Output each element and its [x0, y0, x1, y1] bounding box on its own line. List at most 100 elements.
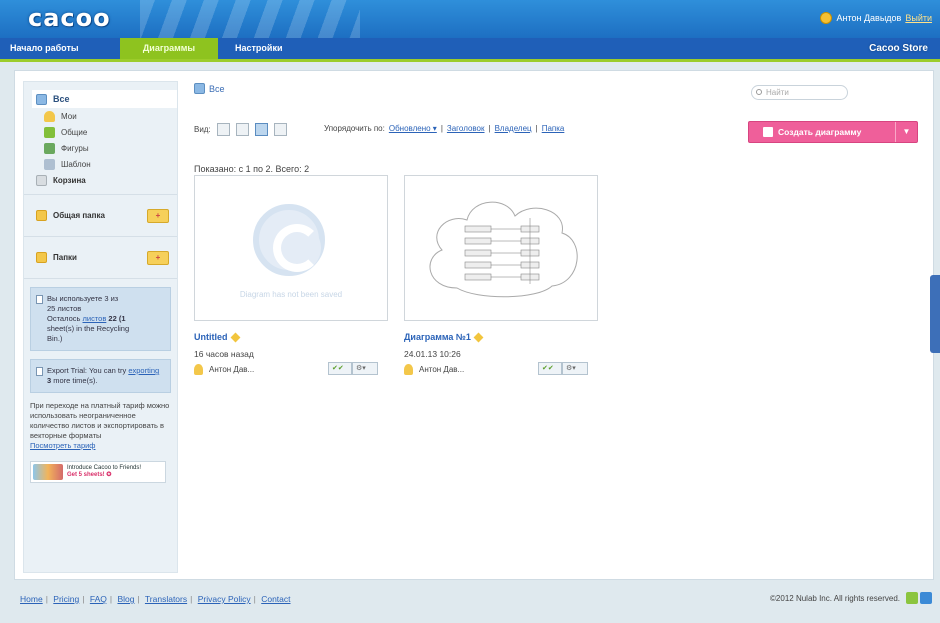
footer-links: Home | Pricing | FAQ | Blog | Translators | P… [20, 594, 291, 604]
view-details-icon[interactable] [235, 123, 249, 136]
sidebar-item-shared[interactable]: Общие [32, 124, 177, 140]
diagram-thumbnail[interactable] [404, 175, 598, 321]
create-diagram-label: Создать диаграмму [778, 127, 862, 137]
add-folder-button[interactable]: + [147, 250, 169, 265]
nav-diagrams[interactable]: Диаграммы [120, 38, 218, 59]
diagram-thumbnail[interactable]: Diagram has not been saved [194, 175, 388, 321]
diagram-owner: Антон Дав... ✔✔ ⚙▾ [194, 362, 394, 376]
footer-link-contact[interactable]: Contact [261, 594, 290, 604]
sort-bar: Упорядочить по: Обновлено ▾ | Заголовок … [324, 124, 564, 133]
all-diagrams-icon [194, 83, 205, 94]
add-shared-folder-button[interactable]: + [147, 208, 169, 223]
sidebar-item-trash[interactable]: Корзина [32, 172, 177, 188]
usage-line: sheet(s) in the Recycling [47, 324, 130, 333]
footer-link-privacy[interactable]: Privacy Policy [198, 594, 251, 604]
footer-link-home[interactable]: Home [20, 594, 43, 604]
owner-name: Антон Дав... [209, 364, 255, 374]
settings-menu-button[interactable]: ⚙▾ [352, 362, 378, 375]
nav-home[interactable]: Начало работы [10, 38, 79, 59]
sidebar-filters: Все Мои Общие Фигуры Шаблон Корзина [24, 82, 177, 195]
footer-link-translators[interactable]: Translators [145, 594, 187, 604]
create-diagram-button[interactable]: Создать диаграмму ▼ [748, 121, 918, 143]
footer-separator: | [82, 594, 85, 604]
shared-folder-label: Общая папка [53, 211, 105, 220]
exporting-link[interactable]: exporting [128, 366, 159, 375]
breadcrumb-current[interactable]: Все [209, 84, 225, 94]
promo-line: Get 5 sheets! ✪ [67, 472, 112, 478]
card-actions: ✔✔ ⚙▾ [538, 362, 588, 375]
view-thumbnails-icon[interactable] [254, 123, 268, 136]
main-frame: Все Мои Общие Фигуры Шаблон Корзина Обща… [14, 70, 934, 580]
sidebar-item-shapes[interactable]: Фигуры [32, 140, 177, 156]
folders-section[interactable]: Папки + [24, 237, 177, 279]
diagram-title[interactable]: Untitled [194, 332, 394, 342]
diagram-card: Диаграмма №1 24.01.13 10:26 Антон Дав...… [404, 175, 604, 376]
card-actions: ✔✔ ⚙▾ [328, 362, 378, 375]
search-icon [756, 89, 762, 95]
sidebar-item-label: Фигуры [61, 143, 89, 153]
sort-owner[interactable]: Владелец [495, 124, 532, 133]
promo-line: Introduce Cacoo to Friends! [67, 465, 142, 471]
view-list-icon[interactable] [216, 123, 230, 136]
cacoo-store-link[interactable]: Cacoo Store [865, 41, 932, 56]
chat-icon[interactable] [906, 592, 918, 604]
footer-separator: | [45, 594, 48, 604]
cacoo-placeholder-icon [253, 204, 325, 276]
footer-link-blog[interactable]: Blog [117, 594, 134, 604]
sidebar-item-all[interactable]: Все [32, 90, 177, 108]
sort-separator: | [488, 124, 491, 133]
edit-pencil-icon[interactable] [473, 332, 484, 342]
logout-link[interactable]: Выйти [905, 13, 932, 23]
shared-folder-section[interactable]: Общая папка + [24, 195, 177, 237]
feedback-tab[interactable] [930, 275, 940, 353]
results-count: Показано: с 1 по 2. Всего: 2 [194, 164, 310, 174]
search-placeholder: Найти [766, 88, 789, 97]
diagram-title[interactable]: Диаграмма №1 [404, 332, 604, 342]
owner-name: Антон Дав... [419, 364, 465, 374]
sidebar-item-label: Общие [61, 127, 88, 137]
upgrade-text: При переходе на платный тариф можно испо… [30, 401, 170, 440]
help-icon[interactable] [920, 592, 932, 604]
usage-info-box: Вы используете 3 из 25 листов Осталось л… [30, 287, 171, 351]
usage-text: Осталось [47, 314, 81, 323]
cloud-diagram-preview [429, 201, 578, 298]
nav-settings[interactable]: Настройки [235, 38, 282, 59]
search-input[interactable]: Найти [751, 85, 848, 100]
share-button[interactable]: ✔✔ [538, 362, 562, 375]
view-large-icon[interactable] [273, 123, 287, 136]
sort-folder[interactable]: Папка [542, 124, 565, 133]
chevron-down-icon[interactable]: ▼ [895, 122, 917, 142]
shared-folder-icon [36, 210, 47, 221]
diagram-date: 24.01.13 10:26 [404, 349, 461, 359]
main-nav: Начало работы Диаграммы Настройки Cacoo … [0, 38, 940, 62]
sort-separator: | [440, 124, 443, 133]
view-switcher: Вид: [194, 123, 287, 136]
diagram-owner: Антон Дав... ✔✔ ⚙▾ [404, 362, 604, 376]
new-document-icon [763, 127, 773, 137]
export-text-pre: Export Trial: You can try [47, 366, 127, 375]
cacoo-logo[interactable]: cacoo [28, 4, 130, 32]
sort-title[interactable]: Заголовок [447, 124, 485, 133]
user-icon [44, 110, 55, 122]
sort-separator: | [535, 124, 538, 133]
settings-menu-button[interactable]: ⚙▾ [562, 362, 588, 375]
user-name[interactable]: Антон Давыдов [836, 13, 901, 23]
sort-updated[interactable]: Обновлено ▾ [389, 124, 437, 133]
sidebar-item-mine[interactable]: Мои [32, 108, 177, 124]
share-button[interactable]: ✔✔ [328, 362, 352, 375]
edit-pencil-icon[interactable] [230, 332, 240, 342]
sidebar-item-template[interactable]: Шаблон [32, 156, 177, 172]
footer-link-faq[interactable]: FAQ [90, 594, 107, 604]
diagram-title-text: Untitled [194, 332, 228, 342]
user-icon [404, 363, 413, 375]
view-plans-link[interactable]: Посмотреть тариф [30, 441, 171, 451]
invite-friends-banner[interactable]: Introduce Cacoo to Friends! Get 5 sheets… [30, 461, 166, 483]
sheets-link[interactable]: листов [83, 314, 107, 323]
footer-link-pricing[interactable]: Pricing [53, 594, 79, 604]
breadcrumb: Все [194, 83, 225, 94]
user-icon [820, 12, 833, 24]
user-area: Антон Давыдов Выйти [820, 12, 932, 24]
usage-line: Bin.) [47, 334, 63, 343]
sort-label: Упорядочить по: [324, 124, 385, 133]
unsaved-placeholder-text: Diagram has not been saved [239, 290, 343, 299]
